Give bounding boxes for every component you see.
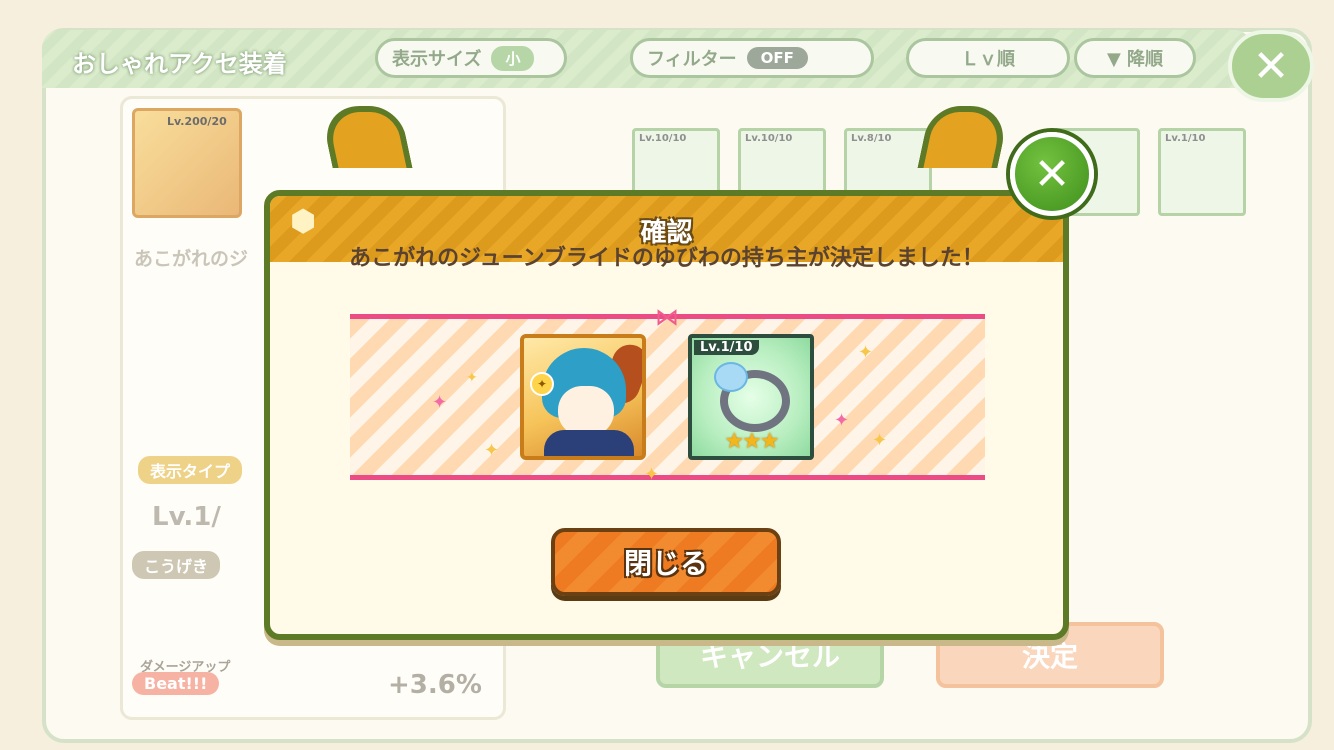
ring-accessory-card: Lv.1/10 ★★★ [688,334,814,460]
character-face [558,386,614,436]
close-icon: ✕ [1033,148,1071,200]
character-card: ✦ [520,334,646,460]
character-body [544,430,634,456]
sparkle-icon: ✦ [858,342,874,363]
sparkle-icon: ✦ [834,410,850,431]
dialog-close-button[interactable]: ✕ [1010,132,1094,216]
sparkle-icon: ✦ [466,370,478,386]
ring-level: Lv.1/10 [694,340,759,355]
rose-icon [714,362,748,392]
ribbon-icon: ⋈ [655,303,679,331]
sparkle-icon: ✦ [872,430,888,451]
sparkle-icon: ✦ [644,464,660,485]
rarity-stars: ★★★ [724,429,779,454]
close-button[interactable]: 閉じる [551,528,781,596]
sparkle-icon: ✦ [484,440,500,461]
dialog-message: あこがれのジューンブライドのゆびわの持ち主が決定しました！ [349,246,984,271]
sparkle-icon: ✦ [432,392,448,413]
attribute-icon: ✦ [530,372,554,396]
confirm-dialog: ⬢ 確認 ✕ あこがれのジューンブライドのゆびわの持ち主が決定しました！ ⋈ ✦… [264,106,1094,640]
